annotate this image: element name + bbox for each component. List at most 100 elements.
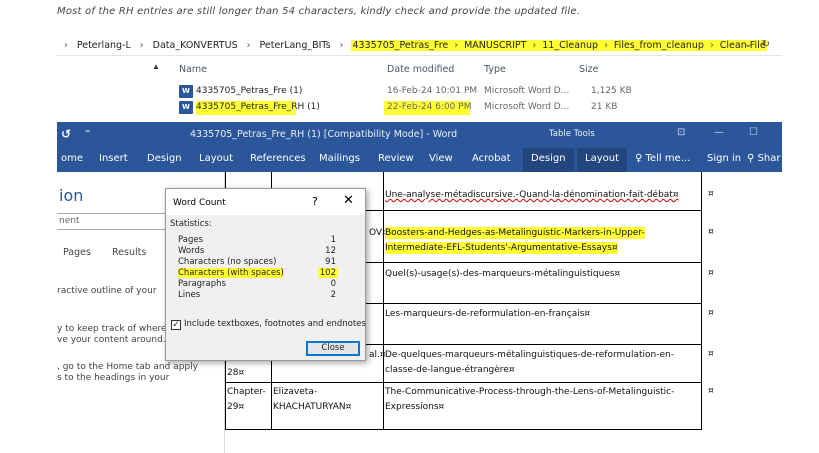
chevron-right-icon: ›	[449, 40, 464, 51]
stat-row-lines: Lines 2	[178, 290, 336, 300]
table-cell-author[interactable]: Elizaveta-	[273, 386, 317, 398]
breadcrumb-manuscript[interactable]: MANUSCRIPT	[463, 40, 528, 51]
document-title: 4335705_Petras_Fre_RH (1) [Compatibility…	[190, 129, 458, 140]
chevron-right-icon: ›	[704, 40, 719, 51]
address-bar[interactable]: › Peterlang-L › Data_KONVERTUS › PeterLa…	[57, 36, 782, 56]
refresh-icon[interactable]: ↻	[762, 39, 770, 50]
nav-tab-pages[interactable]: Pages	[63, 247, 91, 258]
include-textboxes-checkbox[interactable]: ✓ Include textboxes, footnotes and endnot…	[171, 319, 366, 330]
tab-design[interactable]: Design	[147, 148, 182, 172]
undo-icon[interactable]: ↺	[61, 127, 71, 141]
chevron-down-icon[interactable]: ⌄	[744, 39, 752, 50]
column-header-type[interactable]: Type	[484, 64, 506, 75]
column-header-date[interactable]: Date modified	[387, 64, 454, 75]
tell-me-search[interactable]: ♀ Tell me...	[635, 148, 690, 172]
tab-table-design[interactable]: Design	[523, 148, 574, 172]
ribbon-tabs: ome Insert Design Layout References Mail…	[57, 148, 782, 172]
stat-row-paragraphs: Paragraphs 0	[178, 279, 336, 289]
tab-view[interactable]: View	[429, 148, 453, 172]
table-cell-title[interactable]: Les-marqueurs-de-reformulation-en-frança…	[385, 308, 590, 320]
table-cell-title[interactable]: classe-de-langue-étrangère¤	[385, 364, 515, 376]
table-cell-title[interactable]: Une-analyse-métadiscursive.-Quand-la-dén…	[385, 189, 679, 201]
maximize-icon[interactable]: ☐	[749, 127, 758, 138]
tab-acrobat[interactable]: Acrobat	[472, 148, 511, 172]
breadcrumb-peterlang-l[interactable]: Peterlang-L	[76, 40, 132, 51]
lightbulb-icon: ♀	[635, 153, 643, 164]
word-document-icon: W	[179, 101, 193, 114]
chevron-right-icon: ›	[599, 40, 613, 51]
file-type: Microsoft Word D...	[484, 86, 570, 96]
dialog-title-bar[interactable]: Word Count ? ✕	[166, 189, 365, 215]
file-type: Microsoft Word D...	[484, 102, 570, 112]
close-icon[interactable]: ✕	[343, 193, 354, 208]
column-header-name[interactable]: Name	[179, 64, 207, 75]
table-cell-chapter: 29¤	[227, 402, 245, 412]
instruction-note: Most of the RH entries are still longer …	[57, 6, 581, 17]
minimize-icon[interactable]: —	[714, 127, 724, 138]
ribbon-display-icon[interactable]: ⊡	[677, 127, 685, 138]
close-button[interactable]: Close	[306, 341, 360, 356]
person-icon: ⚲	[747, 153, 755, 164]
file-row[interactable]: W 4335705_Petras_Fre_RH (1) 22-Feb-24 6:…	[179, 101, 649, 115]
file-date: 16-Feb-24 10:01 PM	[387, 86, 478, 96]
breadcrumb-petras-fre[interactable]: 4335705_Petras_Fre	[351, 40, 450, 51]
nav-hint-text: , go to the Home tab and apply	[57, 362, 198, 372]
table-cell-chapter[interactable]: Chapter-	[227, 386, 266, 398]
row-end-mark: ¤	[708, 268, 714, 278]
help-icon[interactable]: ?	[312, 195, 318, 208]
table-cell-title[interactable]: Quel(s)-usage(s)-des-marqueurs-métalingu…	[385, 268, 620, 280]
sign-in-link[interactable]: Sign in	[707, 148, 741, 172]
chevron-right-icon: ›	[527, 40, 542, 51]
nav-tab-results[interactable]: Results	[112, 247, 146, 258]
chevron-right-icon: ›	[139, 40, 144, 51]
stat-row-characters-with-spaces: Characters (with spaces) 102	[178, 268, 338, 278]
stat-row-pages: Pages 1	[178, 235, 336, 245]
nav-hint-text: y to keep track of where y	[57, 324, 175, 334]
table-border	[225, 429, 702, 430]
file-name: 4335705_Petras_Fre_RH (1)	[196, 102, 320, 112]
row-end-mark: ¤	[708, 227, 714, 237]
chevron-right-icon: ›	[339, 40, 344, 51]
table-cell-author: KHACHATURYAN¤	[273, 402, 352, 412]
table-tools-label: Table Tools	[549, 129, 595, 139]
row-end-mark: ¤	[708, 386, 714, 396]
table-cell-title[interactable]: De-quelques-marqueurs-métalinguistiques-…	[385, 349, 674, 361]
breadcrumb-data-konvertus[interactable]: Data_KONVERTUS	[152, 40, 239, 51]
table-cell-chapter[interactable]: 28¤	[227, 367, 244, 379]
column-header-size[interactable]: Size	[579, 64, 599, 75]
table-cell-title[interactable]: Expressions¤	[385, 401, 444, 413]
nav-hint-text: ve your content around.	[57, 335, 166, 345]
breadcrumb-files-from-cleanup[interactable]: Files_from_cleanup	[612, 40, 705, 51]
stat-row-characters-no-spaces: Characters (no spaces) 91	[178, 257, 336, 267]
table-border	[225, 382, 702, 383]
breadcrumb-peterlang-bits[interactable]: PeterLang_BITs	[258, 40, 331, 51]
tab-layout[interactable]: Layout	[199, 148, 233, 172]
row-end-mark: ¤	[708, 189, 714, 199]
tab-table-layout[interactable]: Layout	[577, 148, 627, 172]
stat-row-words: Words 12	[178, 246, 336, 256]
table-cell-title[interactable]: Intermediate-EFL-Students'-Argumentative…	[385, 242, 618, 254]
row-end-mark: ¤	[708, 349, 714, 359]
tab-home[interactable]: ome	[61, 148, 83, 172]
file-row[interactable]: W 4335705_Petras_Fre (1) 16-Feb-24 10:01…	[179, 85, 649, 99]
tab-insert[interactable]: Insert	[99, 148, 128, 172]
nav-hint-text: ractive outline of your	[57, 286, 157, 296]
table-cell-title[interactable]: Boosters-and-Hedges-as-Metalinguistic-Ma…	[385, 227, 645, 239]
checkbox-checked-icon[interactable]: ✓	[171, 320, 181, 330]
breadcrumb-cleanup[interactable]: 11_Cleanup	[541, 40, 600, 51]
scroll-up-icon[interactable]: ▲	[152, 62, 160, 71]
file-explorer: › Peterlang-L › Data_KONVERTUS › PeterLa…	[57, 30, 782, 122]
row-end-mark: ¤	[708, 308, 714, 318]
navigation-title: ion	[59, 186, 84, 205]
tab-references[interactable]: References	[250, 148, 306, 172]
file-size: 1,125 KB	[591, 86, 632, 96]
table-cell-title[interactable]: The-Communicative-Process-through-the-Le…	[385, 386, 674, 398]
word-document-icon: W	[179, 85, 193, 98]
customize-toolbar-icon[interactable]: ⁼	[85, 128, 90, 139]
tab-review[interactable]: Review	[378, 148, 414, 172]
word-count-dialog: Word Count ? ✕ Statistics: Pages 1 Words 1…	[165, 188, 366, 361]
share-button[interactable]: ⚲ Shar	[747, 148, 780, 172]
file-name: 4335705_Petras_Fre (1)	[196, 86, 303, 96]
tab-mailings[interactable]: Mailings	[319, 148, 360, 172]
statistics-list: Pages 1 Words 12 Characters (no spaces) 91 …	[178, 235, 338, 301]
